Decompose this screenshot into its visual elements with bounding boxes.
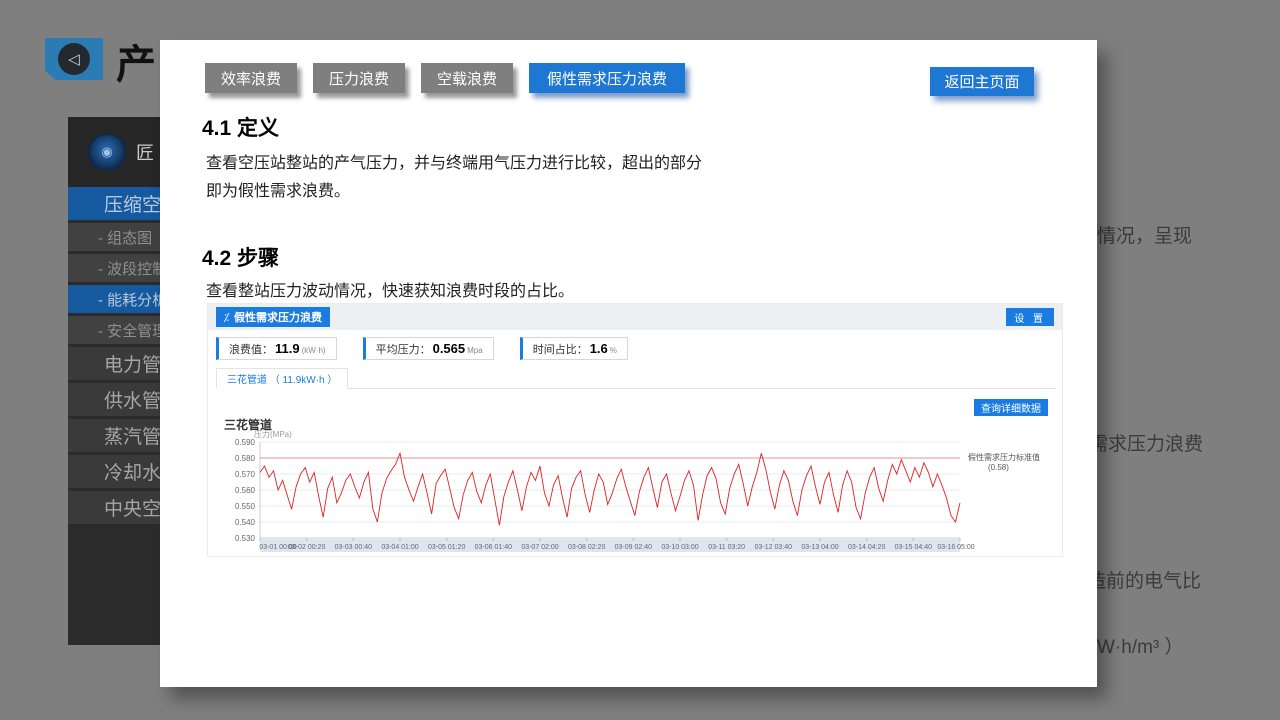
pressure-line-chart[interactable]: 压力(MPa)0.590 0.580 0.570 0.560 0.550 0.540 0.5…	[216, 428, 1056, 556]
waste-tab-1[interactable]: 压力浪费	[313, 63, 405, 93]
embedded-screenshot-panel: ⁒ 假性需求压力浪费 设 置 浪费值：11.9(kW·h) 平均压力：0.565M…	[207, 303, 1063, 557]
section-body-steps: 查看整站压力波动情况，快速获知浪费时段的占比。	[206, 278, 574, 306]
svg-text:03-12 03:40: 03-12 03:40	[755, 544, 792, 551]
stat-value: 11.9	[275, 341, 300, 356]
svg-text:0.530: 0.530	[235, 534, 256, 543]
background-text-fragment: 造前的电气比	[1087, 566, 1201, 593]
sidebar-header: ◉ 匠	[68, 117, 160, 187]
section-heading-steps: 4.2 步骤	[202, 242, 279, 272]
svg-text:03-15 04:40: 03-15 04:40	[895, 544, 932, 551]
stat-unit: %	[610, 346, 617, 355]
stats-row: 浪费值：11.9(kW·h) 平均压力：0.565Mpa 时间占比：1.6%	[216, 337, 628, 360]
waste-tab-2[interactable]: 空载浪费	[421, 63, 513, 93]
background-text-fragment: 需求压力浪费	[1089, 429, 1203, 456]
waste-tab-0[interactable]: 效率浪费	[205, 63, 297, 93]
back-arrow-icon: ◁	[58, 43, 90, 75]
svg-text:03-08 02:20: 03-08 02:20	[568, 544, 605, 551]
svg-text:0.550: 0.550	[235, 502, 256, 511]
sidebar-item-8[interactable]: 冷却水管理	[68, 455, 160, 491]
stat-label: 平均压力：	[376, 341, 431, 357]
stat-label: 时间占比：	[533, 341, 588, 357]
svg-text:03-03 00:40: 03-03 00:40	[335, 544, 372, 551]
svg-text:03-07 02:00: 03-07 02:00	[521, 544, 558, 551]
body-line: 查看整站压力波动情况，快速获知浪费时段的占比。	[206, 278, 574, 306]
waste-tab-3[interactable]: 假性需求压力浪费	[529, 63, 685, 93]
svg-text:03-13 04:00: 03-13 04:00	[801, 544, 838, 551]
sidebar-item-7[interactable]: 蒸汽管理	[68, 419, 160, 455]
sidebar-logo-icon: ◉	[88, 133, 126, 171]
svg-text:03-14 04:20: 03-14 04:20	[848, 544, 885, 551]
svg-text:03-05 01:20: 03-05 01:20	[428, 544, 465, 551]
stat-label: 浪费值：	[229, 341, 273, 357]
section-heading-definition: 4.1 定义	[202, 112, 279, 142]
sidebar-item-3[interactable]: - 能耗分析	[68, 285, 160, 316]
body-line: 即为假性需求浪费。	[206, 178, 702, 206]
percent-icon: ⁒	[224, 311, 229, 324]
svg-text:03-02 00:20: 03-02 00:20	[288, 544, 325, 551]
settings-button[interactable]: 设 置	[1006, 308, 1054, 326]
stat-value: 0.565	[433, 341, 466, 356]
pipe-tabs: 三花管道 （ 11.9kW·h ）	[216, 368, 1056, 389]
sidebar-item-1[interactable]: - 组态图	[68, 223, 160, 254]
svg-text:假性需求压力标准值: 假性需求压力标准值	[968, 452, 1040, 462]
sidebar-item-6[interactable]: 供水管理	[68, 383, 160, 419]
stat-unit: (kW·h)	[302, 346, 326, 355]
body-line: 查看空压站整站的产气压力，并与终端用气压力进行比较，超出的部分	[206, 150, 702, 178]
sidebar-item-9[interactable]: 中央空调管理	[68, 491, 160, 527]
svg-text:(0.58): (0.58)	[988, 463, 1009, 472]
screenshot-title-badge: ⁒ 假性需求压力浪费	[216, 307, 330, 327]
background-text-fragment: 情况，呈现	[1097, 221, 1192, 248]
svg-text:0.580: 0.580	[235, 454, 256, 463]
svg-text:03-09 02:40: 03-09 02:40	[615, 544, 652, 551]
query-details-button[interactable]: 查询详细数据	[974, 399, 1048, 416]
app-logo[interactable]: ◁	[45, 38, 103, 80]
svg-text:0.570: 0.570	[235, 470, 256, 479]
background-text-fragment: W·h/m³ ）	[1097, 632, 1184, 659]
overlay-modal: 效率浪费压力浪费空载浪费假性需求压力浪费 返回主页面 4.1 定义 查看空压站整…	[160, 40, 1097, 687]
stat-value: 1.6	[590, 341, 608, 356]
svg-text:03-06 01:40: 03-06 01:40	[475, 544, 512, 551]
section-body-definition: 查看空压站整站的产气压力，并与终端用气压力进行比较，超出的部分 即为假性需求浪费…	[206, 150, 702, 206]
stat-box-2: 时间占比：1.6%	[520, 337, 628, 360]
tab-pipe-sanhua[interactable]: 三花管道 （ 11.9kW·h ）	[216, 368, 348, 389]
waste-tabs: 效率浪费压力浪费空载浪费假性需求压力浪费	[205, 63, 685, 93]
sidebar-item-0[interactable]: 压缩空气	[68, 187, 160, 223]
stat-box-1: 平均压力：0.565Mpa	[363, 337, 494, 360]
sidebar-item-5[interactable]: 电力管理	[68, 347, 160, 383]
svg-text:压力(MPa): 压力(MPa)	[254, 429, 292, 439]
stat-box-0: 浪费值：11.9(kW·h)	[216, 337, 337, 360]
sidebar-item-2[interactable]: - 波段控制	[68, 254, 160, 285]
sidebar-item-4[interactable]: - 安全管理	[68, 316, 160, 347]
screenshot-header: ⁒ 假性需求压力浪费 设 置	[208, 304, 1062, 330]
svg-text:03-10 03:00: 03-10 03:00	[661, 544, 698, 551]
sidebar: ◉ 匠 压缩空气- 组态图- 波段控制- 能耗分析- 安全管理电力管理供水管理蒸…	[68, 117, 160, 645]
svg-text:0.560: 0.560	[235, 486, 256, 495]
svg-text:03-11 03:20: 03-11 03:20	[708, 544, 745, 551]
svg-text:03-16 05:00: 03-16 05:00	[937, 544, 974, 551]
svg-text:0.590: 0.590	[235, 438, 256, 447]
svg-text:03-04 01:00: 03-04 01:00	[381, 544, 418, 551]
sidebar-brand: 匠	[136, 139, 154, 165]
stat-unit: Mpa	[467, 346, 483, 355]
back-to-main-button[interactable]: 返回主页面	[930, 67, 1034, 96]
svg-text:0.540: 0.540	[235, 518, 256, 527]
screenshot-title: 假性需求压力浪费	[234, 309, 322, 325]
